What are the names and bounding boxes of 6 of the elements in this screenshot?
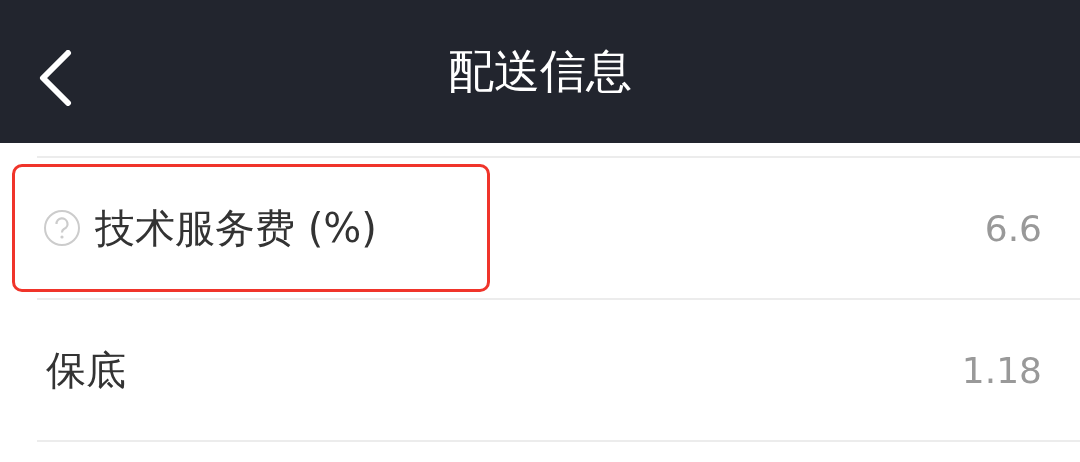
row-value: 6.6 xyxy=(984,207,1042,249)
row-label: 技术服务费 (%) xyxy=(95,203,377,253)
page-title: 配送信息 xyxy=(448,42,632,100)
row-label: 保底 xyxy=(46,345,126,395)
row-value: 1.18 xyxy=(961,349,1042,391)
back-icon[interactable] xyxy=(38,50,72,106)
